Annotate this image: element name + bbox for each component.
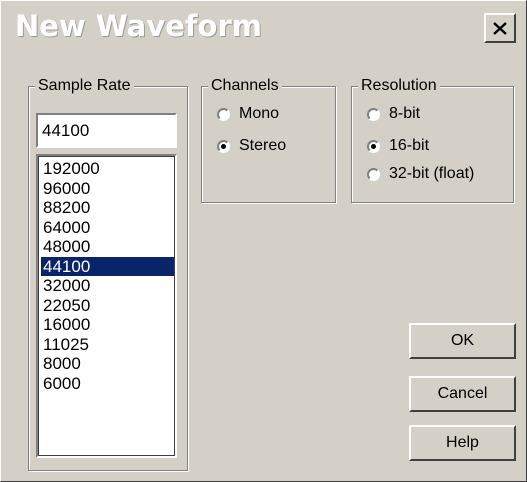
sample-rate-list-item[interactable]: 32000 [41, 276, 175, 296]
8bit-label: 8-bit [389, 105, 421, 122]
mono-radio-circle [217, 107, 230, 121]
sample-rate-list-item[interactable]: 11025 [41, 335, 175, 355]
sample-rate-list-item[interactable]: 44100 [41, 256, 175, 276]
new-waveform-dialog: New Waveform Sample Rate 44100 192000 960… [0, 0, 527, 482]
channels-label: Channels [208, 76, 282, 96]
sample-rate-list-item[interactable]: 16000 [41, 315, 175, 335]
mono-radio[interactable]: Mono [217, 105, 279, 123]
16bit-radio[interactable]: 16-bit [367, 137, 429, 155]
16bit-radio-circle [367, 139, 380, 153]
cancel-button[interactable]: Cancel [409, 376, 516, 412]
32bit-float-radio[interactable]: 32-bit (float) [367, 165, 474, 183]
dialog-title: New Waveform [15, 9, 262, 43]
stereo-radio-circle [217, 139, 230, 153]
sample-rate-list[interactable]: 192000 96000 88200 64000 48000 44100 32000 2205… [36, 154, 177, 458]
stereo-radio[interactable]: Stereo [217, 137, 286, 155]
close-button[interactable] [484, 13, 516, 43]
sample-rate-list-item[interactable]: 96000 [41, 179, 175, 199]
sample-rate-input[interactable]: 44100 [36, 113, 177, 148]
sample-rate-list-item[interactable]: 6000 [41, 374, 175, 394]
radio-dot [221, 143, 226, 149]
stereo-label: Stereo [239, 137, 287, 154]
ok-button[interactable]: OK [409, 323, 516, 359]
help-button[interactable]: Help [409, 425, 516, 461]
sample-rate-list-item[interactable]: 22050 [41, 296, 175, 316]
radio-dot [371, 143, 376, 149]
close-icon [493, 21, 507, 35]
8bit-radio[interactable]: 8-bit [367, 105, 420, 123]
sample-rate-list-item[interactable]: 88200 [41, 198, 175, 218]
resolution-label: Resolution [358, 76, 440, 96]
sample-rate-label: Sample Rate [35, 76, 134, 96]
8bit-radio-circle [367, 107, 380, 121]
title-bar[interactable]: New Waveform [3, 3, 524, 51]
32bit-float-label: 32-bit (float) [389, 165, 475, 182]
32bit-float-radio-circle [367, 167, 380, 181]
16bit-label: 16-bit [389, 137, 430, 154]
sample-rate-list-item[interactable]: 192000 [41, 159, 175, 179]
sample-rate-list-item[interactable]: 64000 [41, 218, 175, 238]
sample-rate-list-item[interactable]: 48000 [41, 237, 175, 257]
sample-rate-list-item[interactable]: 8000 [41, 354, 175, 374]
mono-label: Mono [239, 105, 280, 122]
